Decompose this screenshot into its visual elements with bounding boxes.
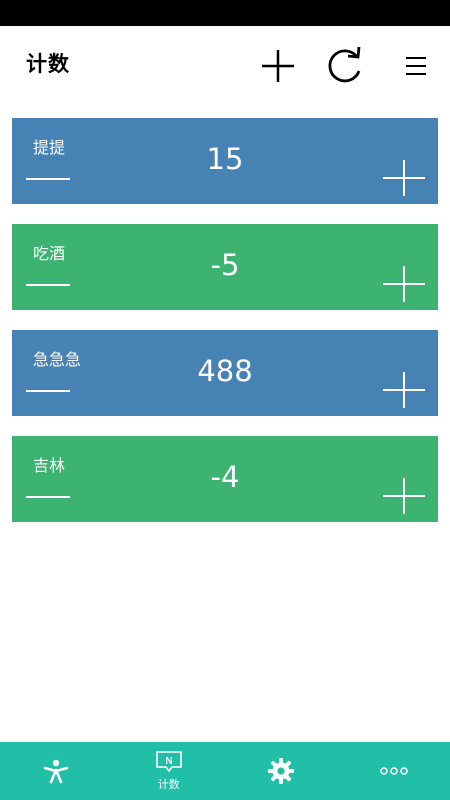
counter-list: 提提 15 吃酒 -5 急急急 488 吉林 -4 [12,118,438,542]
refresh-icon [328,46,361,83]
reset-button[interactable] [323,44,367,88]
more-icon [380,767,408,775]
counter-value: 15 [206,142,244,176]
counter-value: -4 [210,460,240,494]
increment-button[interactable] [380,370,428,410]
counter-card: 急急急 488 [12,330,438,416]
menu-icon [406,57,426,75]
increment-button[interactable] [380,264,428,304]
decrement-button[interactable] [18,166,74,192]
plus-icon [383,160,425,196]
app-header: 计数 [0,26,450,108]
decrement-button[interactable] [18,378,74,404]
increment-button[interactable] [380,476,428,516]
bottom-nav: N 计数 [0,742,450,800]
counter-card: 吉林 -4 [12,436,438,522]
nav-item-profile[interactable] [0,742,113,800]
page-title: 计数 [26,52,70,76]
gear-icon [268,758,295,784]
counter-value: 488 [197,354,253,388]
plus-icon [383,478,425,514]
minus-icon [26,284,70,286]
increment-button[interactable] [380,158,428,198]
plus-icon [383,266,425,302]
plus-icon [262,50,294,82]
counter-value: -5 [210,248,240,282]
menu-button[interactable] [394,44,438,88]
counter-icon: N [155,751,182,773]
counter-icon-letter: N [165,756,172,767]
decrement-button[interactable] [18,272,74,298]
status-bar [0,0,450,26]
decrement-button[interactable] [18,484,74,510]
nav-item-counter[interactable]: N 计数 [113,742,226,800]
counter-card: 提提 15 [12,118,438,204]
person-icon [43,759,69,784]
nav-item-more[interactable] [338,742,450,800]
counter-card: 吃酒 -5 [12,224,438,310]
minus-icon [26,390,70,392]
minus-icon [26,178,70,180]
plus-icon [383,372,425,408]
minus-icon [26,496,70,498]
add-counter-button[interactable] [256,44,300,88]
nav-item-settings[interactable] [225,742,338,800]
nav-label-counter: 计数 [157,778,180,791]
